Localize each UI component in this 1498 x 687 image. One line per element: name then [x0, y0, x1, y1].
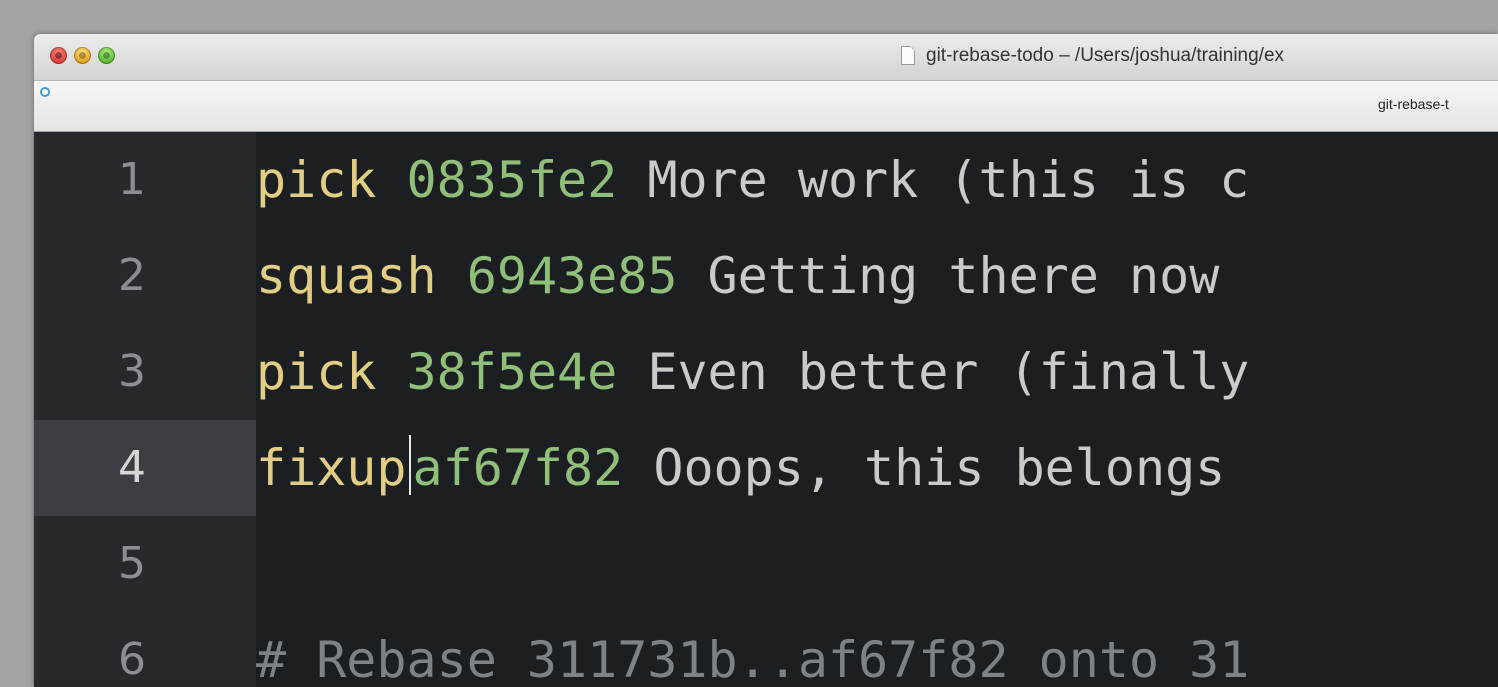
window-title: git-rebase-todo – /Users/joshua/training… [926, 45, 1285, 66]
title-bar[interactable]: git-rebase-todo – /Users/joshua/training… [34, 34, 1498, 81]
comment-text: # Rebase 311731b..af67f82 onto 31 [256, 631, 1250, 687]
line-code[interactable]: squash 6943e85 Getting there now [256, 228, 1219, 324]
editor-line-active[interactable]: 4 fixup af67f82 Ooops, this belongs [34, 420, 1498, 516]
editor-line[interactable]: 3 pick 38f5e4e Even better (finally [34, 324, 1498, 420]
commit-message: Getting there now [677, 247, 1220, 305]
line-code[interactable]: fixup af67f82 Ooops, this belongs [256, 420, 1225, 516]
editor-line[interactable]: 2 squash 6943e85 Getting there now [34, 228, 1498, 324]
rebase-command: pick [256, 151, 377, 209]
commit-hash: 38f5e4e [406, 343, 618, 401]
line-code[interactable]: pick 0835fe2 More work (this is c [256, 132, 1249, 228]
commit-hash: af67f82 [412, 439, 624, 497]
desktop-background: git-rebase-todo – /Users/joshua/training… [0, 0, 1498, 687]
tab-bar: git-rebase-t [34, 81, 1498, 132]
commit-hash: 6943e85 [466, 247, 678, 305]
line-number: 4 [118, 442, 146, 493]
line-code[interactable]: pick 38f5e4e Even better (finally [256, 324, 1249, 420]
editor-line[interactable]: 5 [34, 516, 1498, 612]
unsaved-indicator-icon [40, 87, 50, 97]
line-number-cell: 1 [34, 132, 256, 228]
minimize-window-button[interactable] [74, 47, 91, 64]
line-number: 2 [118, 250, 146, 301]
rebase-command: fixup [256, 439, 407, 497]
commit-message: More work (this is c [617, 151, 1250, 209]
commit-message: Even better (finally [617, 343, 1250, 401]
close-window-button[interactable] [50, 47, 67, 64]
line-number-cell: 5 [34, 516, 256, 612]
code-editor[interactable]: 1 pick 0835fe2 More work (this is c 2 sq… [34, 132, 1498, 687]
line-number: 6 [118, 634, 146, 685]
line-code[interactable]: # Rebase 311731b..af67f82 onto 31 [256, 612, 1249, 687]
document-icon[interactable] [901, 46, 915, 65]
line-number-cell: 4 [34, 420, 256, 516]
commit-hash: 0835fe2 [406, 151, 618, 209]
line-number-cell: 6 [34, 612, 256, 687]
line-number: 1 [118, 154, 146, 205]
rebase-command: pick [256, 343, 377, 401]
zoom-icon [103, 52, 110, 59]
rebase-command: squash [256, 247, 437, 305]
editor-line[interactable]: 6 # Rebase 311731b..af67f82 onto 31 [34, 612, 1498, 687]
zoom-window-button[interactable] [98, 47, 115, 64]
line-number: 3 [118, 346, 146, 397]
editor-window: git-rebase-todo – /Users/joshua/training… [34, 34, 1498, 687]
close-icon [55, 52, 62, 59]
editor-line[interactable]: 1 pick 0835fe2 More work (this is c [34, 132, 1498, 228]
tab-git-rebase-todo[interactable]: git-rebase-t [1378, 96, 1449, 112]
line-number-cell: 2 [34, 228, 256, 324]
line-number: 5 [118, 538, 146, 589]
minimize-icon [79, 52, 86, 59]
text-cursor [408, 435, 411, 495]
line-number-cell: 3 [34, 324, 256, 420]
commit-message: Ooops, this belongs [623, 439, 1226, 497]
